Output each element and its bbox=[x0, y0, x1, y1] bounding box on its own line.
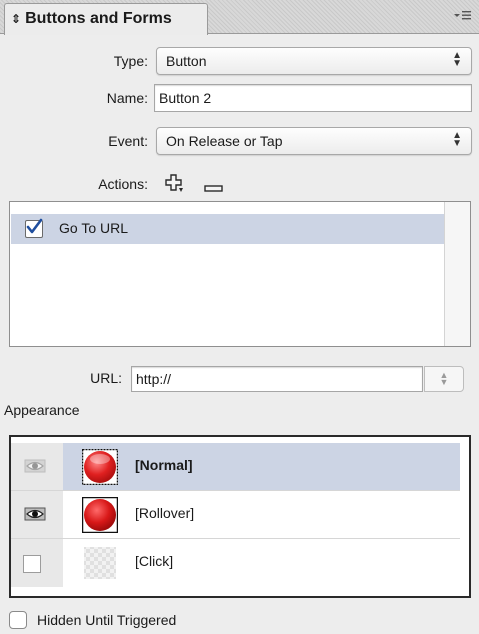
click-state-thumbnail-empty bbox=[82, 545, 118, 581]
type-select-value: Button bbox=[166, 53, 207, 69]
appearance-state-label: [Click] bbox=[135, 553, 174, 569]
appearance-row-click[interactable]: [Click] bbox=[11, 539, 460, 587]
action-enabled-checkbox[interactable] bbox=[25, 218, 43, 238]
appearance-section-title: Appearance bbox=[4, 402, 80, 418]
actions-list-scrollbar[interactable] bbox=[444, 202, 470, 346]
panel-menu-icon[interactable] bbox=[452, 9, 472, 25]
appearance-row-rollover[interactable]: [Rollover] bbox=[11, 491, 460, 539]
eye-icon[interactable] bbox=[24, 507, 46, 521]
hidden-until-triggered-checkbox[interactable] bbox=[9, 611, 27, 629]
panel-tab[interactable]: ⇕ Buttons and Forms bbox=[4, 3, 208, 35]
name-field[interactable]: Button 2 bbox=[154, 84, 472, 112]
event-select[interactable]: On Release or Tap ▲ ▼ bbox=[156, 127, 472, 155]
action-item-label: Go To URL bbox=[59, 220, 128, 236]
panel-title: Buttons and Forms bbox=[25, 10, 172, 27]
add-action-plus-icon[interactable] bbox=[164, 174, 186, 194]
rollover-state-thumbnail bbox=[81, 496, 119, 534]
appearance-row-normal[interactable]: [Normal] bbox=[11, 443, 460, 491]
event-select-value: On Release or Tap bbox=[166, 133, 283, 149]
updown-arrows-icon: ▲ ▼ bbox=[452, 130, 462, 149]
appearance-state-label: [Rollover] bbox=[135, 505, 195, 521]
eye-icon[interactable] bbox=[24, 459, 46, 473]
url-label: URL: bbox=[90, 370, 122, 386]
actions-label: Actions: bbox=[98, 176, 148, 192]
hidden-until-triggered-label: Hidden Until Triggered bbox=[37, 612, 177, 628]
action-item-go-to-url[interactable]: Go To URL bbox=[11, 214, 444, 244]
name-label: Name: bbox=[106, 90, 148, 106]
appearance-list[interactable]: [Normal] [Rollover] [Click] bbox=[9, 435, 471, 598]
url-input[interactable]: http:// bbox=[131, 366, 423, 392]
appearance-state-label: [Normal] bbox=[135, 457, 193, 473]
updown-arrows-icon: ▲ ▼ bbox=[452, 50, 462, 69]
collapse-chevron-icon[interactable]: ⇕ bbox=[11, 12, 21, 26]
actions-list[interactable]: Go To URL bbox=[9, 201, 471, 347]
event-label: Event: bbox=[108, 133, 148, 149]
url-dropdown-arrows-icon[interactable]: ▲ ▼ bbox=[424, 366, 464, 392]
type-label: Type: bbox=[113, 53, 148, 69]
type-select[interactable]: Button ▲ ▼ bbox=[156, 47, 472, 75]
remove-action-minus-icon[interactable] bbox=[204, 180, 224, 192]
normal-state-thumbnail bbox=[81, 448, 119, 486]
visibility-toggle-empty[interactable] bbox=[23, 555, 41, 573]
